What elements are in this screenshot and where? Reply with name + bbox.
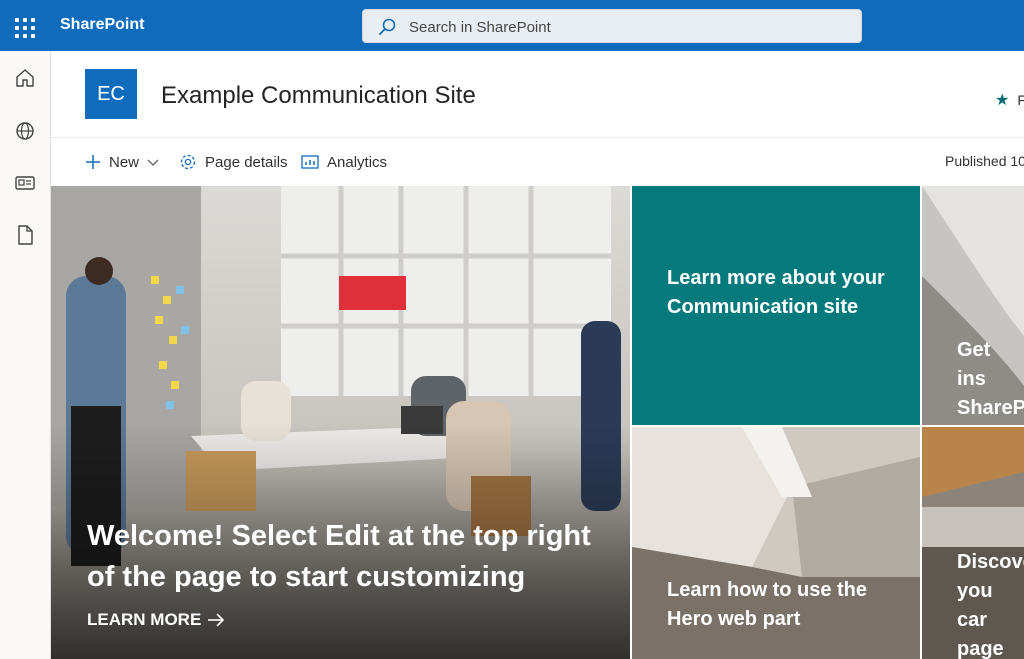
analytics-label: Analytics xyxy=(327,153,388,171)
page-details-button[interactable]: Page details xyxy=(179,150,288,174)
hero-tile-hero-webpart[interactable]: Learn how to use the Hero web part xyxy=(632,427,920,659)
analytics-icon xyxy=(301,155,319,169)
learn-more-label: LEARN MORE xyxy=(87,610,202,629)
suite-bar: SharePoint Search in SharePoint xyxy=(0,0,1024,51)
header-divider xyxy=(51,137,1024,138)
hero-main-title[interactable]: Welcome! Select Edit at the top right of… xyxy=(87,516,607,598)
search-input[interactable]: Search in SharePoint xyxy=(409,19,551,36)
globe-icon[interactable] xyxy=(14,120,36,142)
page-details-label: Page details xyxy=(205,153,288,171)
hero-tile4-title[interactable]: Learn how to use the Hero web part xyxy=(667,576,897,634)
gear-icon xyxy=(180,154,196,170)
hero-tile3-title[interactable]: Get ins SharePo xyxy=(957,336,1024,423)
hero-tile-communication[interactable]: Learn more about your Communication site xyxy=(632,186,920,425)
hero-tile-discover[interactable]: Discove you car page xyxy=(922,427,1024,659)
hero-tile-main[interactable]: Welcome! Select Edit at the top right of… xyxy=(51,186,630,659)
learn-more-link[interactable]: LEARN MORE xyxy=(87,610,225,630)
document-icon[interactable] xyxy=(14,224,36,246)
hero-tile5-title[interactable]: Discove you car page xyxy=(957,548,1024,659)
follow-button[interactable]: ★ F xyxy=(995,90,1024,110)
home-icon[interactable] xyxy=(14,67,36,89)
arrow-right-icon xyxy=(208,613,225,627)
star-icon: ★ xyxy=(995,92,1010,109)
search-icon xyxy=(379,18,396,35)
hero-tile-insights[interactable]: Get ins SharePo xyxy=(922,186,1024,425)
site-logo[interactable]: EC xyxy=(85,69,137,119)
site-title[interactable]: Example Communication Site xyxy=(161,82,476,110)
chevron-down-icon xyxy=(147,159,159,166)
plus-icon xyxy=(86,155,100,169)
search-box[interactable]: Search in SharePoint xyxy=(362,9,862,43)
app-launcher-icon[interactable] xyxy=(10,11,40,41)
published-status: Published 10 xyxy=(945,153,1024,169)
left-rail xyxy=(0,51,51,659)
app-name[interactable]: SharePoint xyxy=(60,16,144,34)
news-icon[interactable] xyxy=(14,172,36,194)
new-button[interactable]: New xyxy=(85,150,159,174)
analytics-button[interactable]: Analytics xyxy=(301,150,387,174)
hero-tile2-title[interactable]: Learn more about your Communication site xyxy=(667,264,897,322)
new-label: New xyxy=(109,153,140,171)
follow-label: F xyxy=(1017,92,1024,108)
